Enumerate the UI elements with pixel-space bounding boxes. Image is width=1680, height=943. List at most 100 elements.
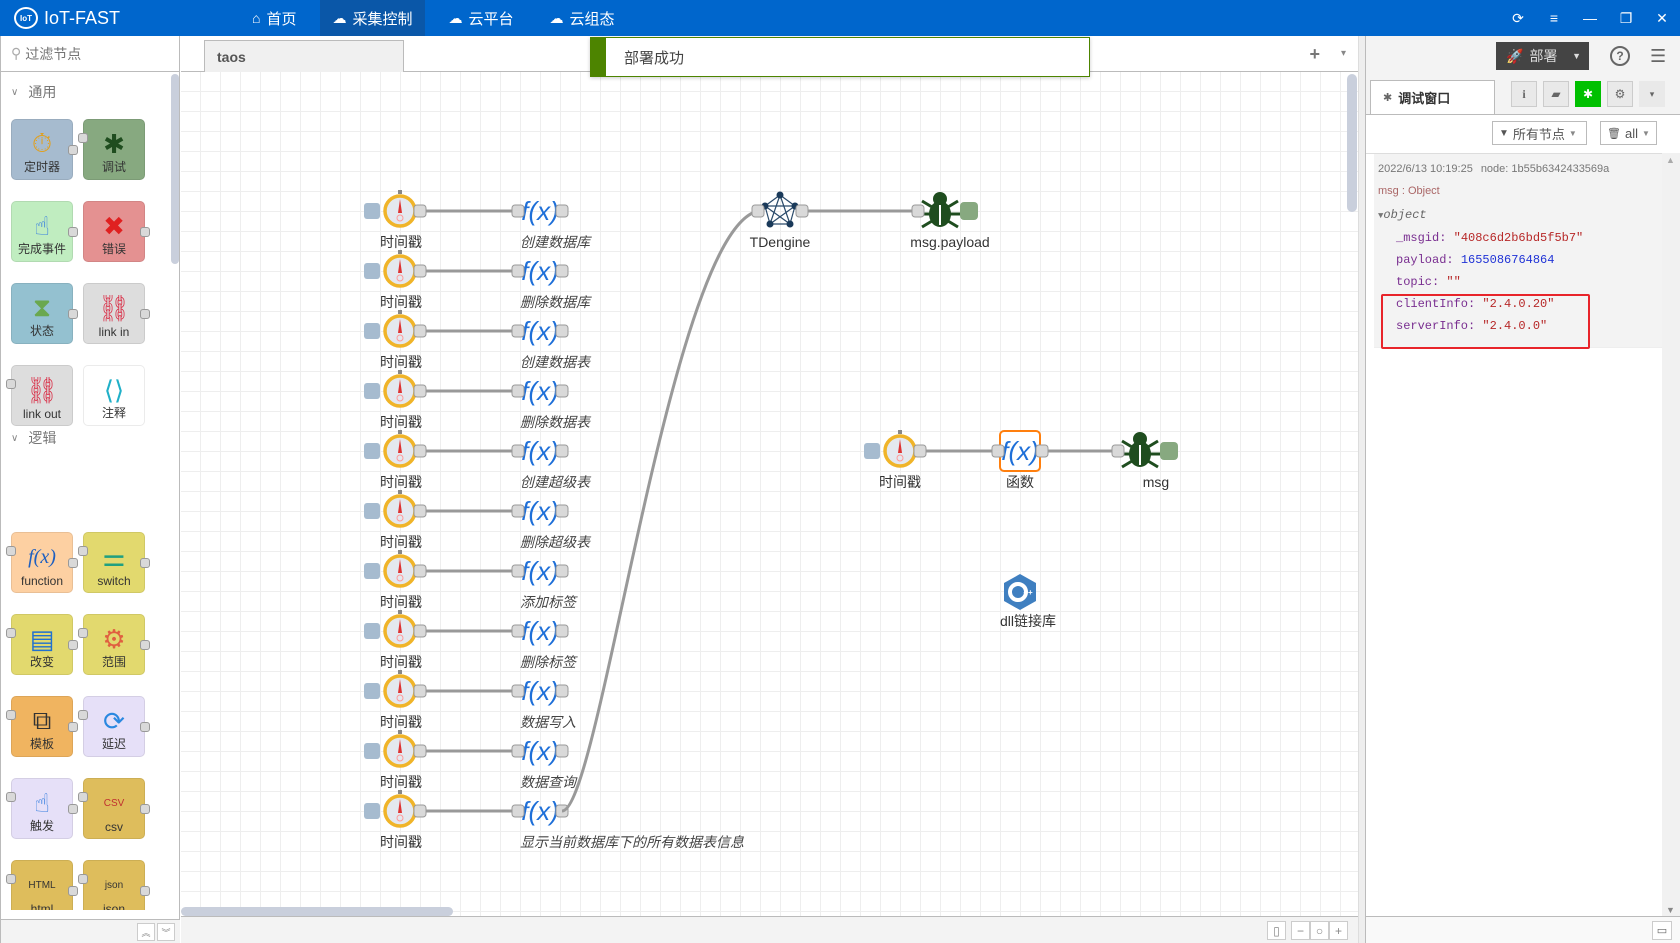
palette-node-switch[interactable]: ⚌ switch bbox=[83, 532, 145, 593]
close-icon[interactable]: ✕ bbox=[1644, 0, 1680, 36]
add-flow-icon[interactable]: + bbox=[1309, 44, 1320, 65]
palette-node-延迟[interactable]: ⟳ 延迟 bbox=[83, 696, 145, 757]
logo-icon: IoT bbox=[14, 7, 38, 29]
palette-input-port bbox=[6, 874, 16, 884]
palette-node-csv[interactable]: CSV csv bbox=[83, 778, 145, 839]
notification-text: 部署成功 bbox=[624, 49, 685, 67]
nav-cloud-platform[interactable]: ☁ 云平台 bbox=[437, 0, 526, 36]
palette-node-改变[interactable]: ▤ 改变 bbox=[11, 614, 73, 675]
debug-message-meta: 2022/6/13 10:19:25 node: 1b55b6342433569a bbox=[1378, 160, 1658, 178]
trash-icon: 🗑 bbox=[1607, 127, 1621, 140]
palette-node-icon: ☝ bbox=[34, 787, 50, 818]
scroll-up-icon[interactable]: ▲ bbox=[1666, 155, 1675, 165]
palette-node-label: switch bbox=[97, 574, 131, 588]
message-node-id[interactable]: node: 1b55b6342433569a bbox=[1481, 163, 1609, 175]
palette-node-icon: ✖ bbox=[103, 210, 125, 241]
palette-node-json[interactable]: json json bbox=[83, 860, 145, 910]
palette-node-link-in[interactable]: ⛓ link in bbox=[83, 283, 145, 344]
palette-node-icon: json bbox=[104, 879, 124, 891]
palette-output-port bbox=[140, 640, 150, 650]
prop-value: 1655086764864 bbox=[1460, 253, 1555, 267]
palette-node-icon: ⛓ bbox=[97, 292, 131, 323]
palette-node-注释[interactable]: ⟨⟩ 注释 bbox=[83, 365, 145, 426]
palette-input-port bbox=[78, 546, 88, 556]
info-tab-button[interactable]: i bbox=[1511, 81, 1537, 107]
palette-output-port bbox=[140, 227, 150, 237]
deploy-button[interactable]: 🚀 部署 ▼ bbox=[1496, 42, 1589, 70]
main-menu-icon[interactable]: ☰ bbox=[1650, 46, 1666, 67]
nav-label: 云平台 bbox=[468, 10, 514, 28]
palette-node-icon: f(x) bbox=[28, 545, 56, 568]
palette-node-link-out[interactable]: ⛓ link out bbox=[11, 365, 73, 426]
bug-icon: ✱ bbox=[1383, 92, 1393, 104]
debug-message[interactable]: 2022/6/13 10:19:25 node: 1b55b6342433569a… bbox=[1374, 154, 1662, 349]
deploy-dropdown-icon[interactable]: ▼ bbox=[1572, 51, 1581, 61]
config-tab-button[interactable]: ⚙ bbox=[1607, 81, 1633, 107]
palette-search-input[interactable] bbox=[25, 45, 166, 62]
gear-icon: ⚙ bbox=[1614, 87, 1626, 101]
zoom-out-button[interactable]: − bbox=[1291, 921, 1310, 940]
sidebar-tabs-dropdown[interactable]: ▾ bbox=[1639, 81, 1665, 107]
category-general[interactable]: ∨ 通用 bbox=[11, 82, 56, 102]
palette-input-port bbox=[6, 710, 16, 720]
palette-node-html[interactable]: HTML html bbox=[11, 860, 73, 910]
palette-output-port bbox=[68, 886, 78, 896]
palette-node-function[interactable]: f(x) function bbox=[11, 532, 73, 593]
sidebar-splitter[interactable] bbox=[1358, 36, 1366, 943]
main-nav: ⌂ 首页 ☁ 采集控制 ☁ 云平台 ☁ 云组态 bbox=[240, 0, 639, 36]
palette-node-模板[interactable]: ⧉ 模板 bbox=[11, 696, 73, 757]
palette-input-port bbox=[6, 546, 16, 556]
rocket-icon: 🚀 bbox=[1506, 47, 1524, 64]
filter-nodes-dropdown[interactable]: ▼ 所有节点 ▼ bbox=[1492, 121, 1587, 145]
navigator-button[interactable]: ▯ bbox=[1267, 921, 1286, 940]
nav-label: 云组态 bbox=[569, 10, 615, 28]
flow-list-dropdown-icon[interactable]: ▾ bbox=[1341, 48, 1346, 59]
maximize-icon[interactable]: ❐ bbox=[1608, 0, 1644, 36]
palette-input-port bbox=[78, 710, 88, 720]
canvas-vertical-scrollbar[interactable] bbox=[1347, 74, 1357, 212]
palette-node-完成事件[interactable]: ☝ 完成事件 bbox=[11, 201, 73, 262]
app-window: IoT IoT-FAST ⌂ 首页 ☁ 采集控制 ☁ 云平台 ☁ 云组态 ⟳ ≡ bbox=[0, 0, 1680, 943]
book-icon: ▰ bbox=[1551, 87, 1561, 101]
palette-output-port bbox=[68, 309, 78, 319]
category-logic[interactable]: ∨ 逻辑 bbox=[11, 428, 56, 448]
expand-all-button[interactable]: ︾ bbox=[157, 923, 175, 941]
canvas-horizontal-scrollbar[interactable] bbox=[181, 907, 453, 916]
palette-search: ⚲ bbox=[1, 36, 180, 72]
zoom-in-button[interactable]: + bbox=[1329, 921, 1348, 940]
object-toggle[interactable]: ▼object bbox=[1378, 204, 1658, 227]
clear-messages-button[interactable]: 🗑 all ▼ bbox=[1600, 121, 1657, 145]
flow-canvas[interactable] bbox=[181, 72, 1358, 917]
help-icon[interactable]: ? bbox=[1610, 46, 1630, 66]
nav-home[interactable]: ⌂ 首页 bbox=[240, 0, 308, 36]
palette-node-icon: ▤ bbox=[29, 623, 55, 654]
tab-taos[interactable]: taos bbox=[204, 40, 404, 72]
palette-node-label: json bbox=[102, 902, 125, 910]
nav-collect-control[interactable]: ☁ 采集控制 bbox=[320, 0, 425, 36]
debug-scrollbar[interactable]: ▲ ▼ bbox=[1662, 153, 1680, 917]
help-tab-button[interactable]: ▰ bbox=[1543, 81, 1569, 107]
palette-node-icon: ⚙ bbox=[102, 623, 126, 654]
palette-node-定时器[interactable]: ⏱ 定时器 bbox=[11, 119, 73, 180]
zoom-reset-button[interactable]: ○ bbox=[1310, 921, 1329, 940]
debug-tab-button[interactable]: ✱ bbox=[1575, 81, 1601, 107]
palette-node-触发[interactable]: ☝ 触发 bbox=[11, 778, 73, 839]
tab-debug-window[interactable]: ✱ 调试窗口 bbox=[1370, 80, 1495, 114]
nav-cloud-config[interactable]: ☁ 云组态 bbox=[538, 0, 627, 36]
palette-node-调试[interactable]: ✱ 调试 bbox=[83, 119, 145, 180]
scroll-down-icon[interactable]: ▼ bbox=[1666, 905, 1675, 915]
monitor-icon[interactable]: ▭ bbox=[1652, 921, 1672, 940]
palette-node-错误[interactable]: ✖ 错误 bbox=[83, 201, 145, 262]
menu-icon[interactable]: ≡ bbox=[1536, 0, 1572, 36]
refresh-icon[interactable]: ⟳ bbox=[1500, 0, 1536, 36]
palette-node-范围[interactable]: ⚙ 范围 bbox=[83, 614, 145, 675]
collapse-all-button[interactable]: ︽ bbox=[137, 923, 155, 941]
chevron-down-icon: ∨ bbox=[11, 432, 19, 444]
palette-scrollbar[interactable] bbox=[171, 74, 179, 264]
deploy-success-notification: 部署成功 bbox=[590, 37, 1090, 77]
debug-panel: ▼ 所有节点 ▼ 🗑 all ▼ 2022/6/13 10:19:25 node:… bbox=[1366, 114, 1680, 917]
palette-node-状态[interactable]: ⧗ 状态 bbox=[11, 283, 73, 344]
palette-input-port bbox=[78, 792, 88, 802]
minimize-icon[interactable]: — bbox=[1572, 0, 1608, 36]
nav-label: 采集控制 bbox=[352, 10, 413, 28]
